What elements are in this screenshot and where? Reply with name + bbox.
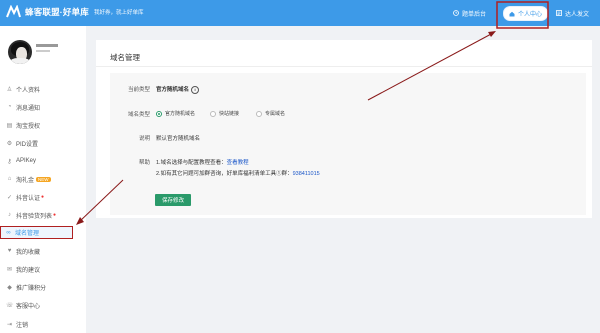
backend-button[interactable]: 题单后台 [453,0,486,26]
current-type-value: 官方随机域名 i [156,85,200,94]
avatar[interactable] [8,40,32,64]
user-subtitle-placeholder [36,50,50,52]
backend-icon [453,10,459,16]
brand-logo-icon [6,5,21,18]
personal-center-label: 个人中心 [518,12,543,18]
gear-icon: ⚙ [6,140,13,147]
page-title: 域名管理 [110,53,140,62]
headset-icon: ☏ [6,302,14,309]
radio-official-random[interactable]: 官方随机域名 [156,110,195,117]
bell-icon: ◔ [7,104,12,110]
sidebar-item-favorites[interactable]: ♥ 我的收藏 [6,245,40,257]
doc-icon: ▤ [6,122,13,129]
description-value: 默认官方随机域名 [156,136,201,142]
save-button[interactable]: 保存修改 [155,194,191,206]
personal-center-button[interactable]: 个人中心 [503,6,549,21]
radio-dot [156,110,162,117]
radio-exclusive[interactable]: 专属域名 [256,110,285,117]
sidebar-item-douyin-inspection[interactable]: ♪ 抖音验货列表 ● [6,209,56,221]
comment-icon: ✉ [6,266,13,273]
publish-label: 达人发文 [565,11,590,18]
domain-type-label: 域名类型 [127,112,150,118]
group-number-link[interactable]: 938411015 [293,171,320,177]
brand[interactable]: 蜂客联盟·好单库 我好券，就上好单库 [5,5,143,19]
help-line-2: 2.如有其它问题可加群咨询，好单库福利清单工具①群：938411015 [156,171,320,177]
sidebar-item-pid[interactable]: ⚙ PID设置 [6,137,38,149]
domain-management-card: 域名管理 当前类型 官方随机域名 i 域名类型 官方随机域名 快站链接 专属域名 … [96,40,592,218]
sidebar-item-douyin-auth[interactable]: ✓ 抖音认证 ● [6,191,44,203]
publish-button[interactable]: 达人发文 [556,0,589,26]
sidebar-item-logout[interactable]: ⇥ 注销 [6,318,28,330]
gift-icon: ⌂ [7,176,12,182]
home-icon [509,11,515,16]
help-label: 帮助 [138,160,150,166]
key-icon: ⚷ [7,158,12,165]
new-badge: NEW [36,176,51,182]
music-icon: ♪ [8,212,11,218]
brand-slogan: 我好券，就上好单库 [93,10,144,16]
arrow-head-1 [488,31,496,37]
backend-label: 题单后台 [462,11,487,18]
user-icon: ♙ [6,86,13,93]
brand-name: 蜂客联盟·好单库 [25,7,89,17]
top-bar: 蜂客联盟·好单库 我好券，就上好单库 题单后台 个人中心 达人发文 [0,0,600,26]
current-type-label: 当前类型 [127,87,150,93]
radio-dot [210,110,216,117]
publish-icon [556,10,562,16]
link-icon: ∞ [6,229,11,236]
sidebar-item-taolijin[interactable]: ⌂ 淘礼金 NEW [6,173,51,185]
sidebar-item-apikey[interactable]: ⚷ APIKey [6,155,36,167]
info-icon[interactable]: i [191,85,200,94]
sidebar-item-service-center[interactable]: ☏ 客服中心 [6,299,40,311]
sidebar-item-suggestions[interactable]: ✉ 我的建议 [6,263,40,275]
logout-icon: ⇥ [6,321,13,328]
radio-kuaizhan[interactable]: 快站链接 [210,110,239,117]
sidebar-item-domain-management[interactable]: ∞ 域名管理 [0,226,73,239]
heart-icon: ♥ [7,248,12,254]
divider [96,66,592,67]
fire-icon: ● [53,212,57,218]
coin-icon: ◆ [7,284,12,291]
sidebar-item-notifications[interactable]: ◔ 消息通知 [6,101,40,113]
fire-icon: ● [41,194,45,200]
tutorial-link[interactable]: 查看教程 [227,160,249,166]
sidebar-item-taobao-auth[interactable]: ▤ 淘宝授权 [6,119,40,131]
description-label: 说明 [138,136,150,142]
radio-dot [256,110,262,117]
help-line-1: 1.域名选择与配置教程查看：查看教程 [156,160,249,166]
check-icon: ✓ [6,194,13,201]
sidebar: ♙ 个人资料 ◔ 消息通知 ▤ 淘宝授权 ⚙ PID设置 ⚷ APIKey ⌂ 淘礼金 NE… [0,26,86,333]
sidebar-item-promote-points[interactable]: ◆ 推广赚积分 [6,281,46,293]
username-placeholder [36,44,58,47]
sidebar-item-profile[interactable]: ♙ 个人资料 [6,83,40,95]
